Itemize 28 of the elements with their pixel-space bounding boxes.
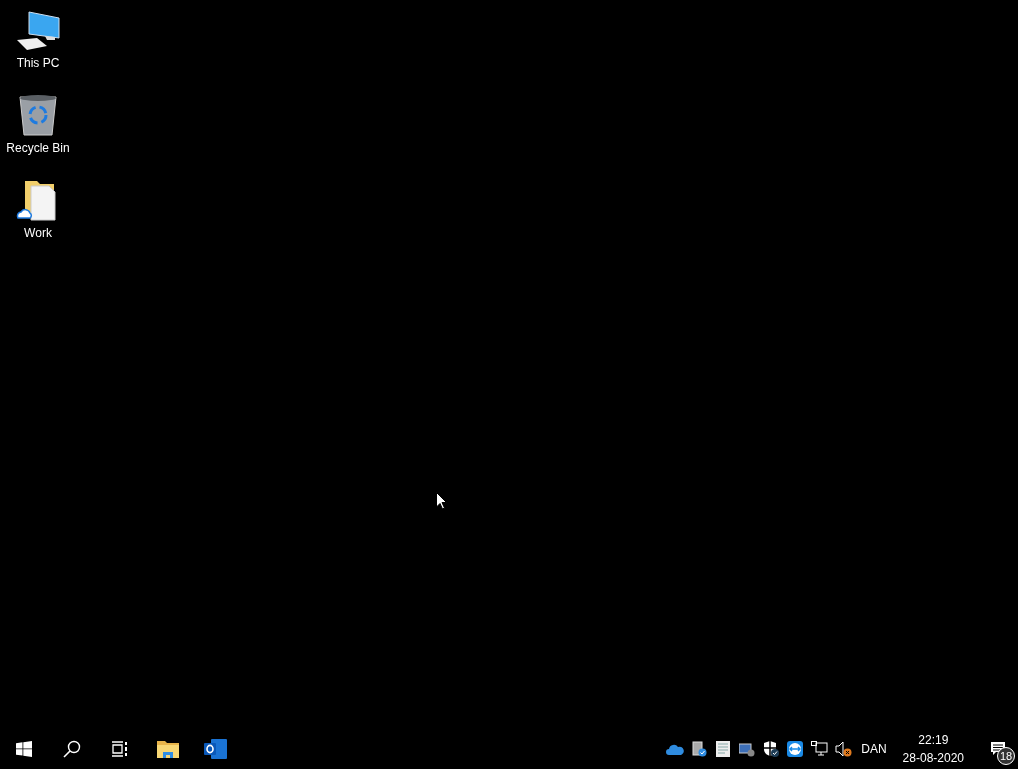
muted-speaker-icon[interactable] — [834, 741, 852, 757]
notification-count-badge: 18 — [997, 747, 1015, 765]
document-icon[interactable] — [716, 741, 731, 757]
shield-icon[interactable] — [763, 741, 780, 757]
desktop-icon[interactable]: Work — [0, 178, 76, 240]
desktop-icon-label: Work — [24, 226, 52, 240]
search-icon — [63, 740, 81, 758]
mail-app-icon — [204, 738, 228, 760]
network-icon[interactable] — [810, 741, 828, 757]
cloud-icon[interactable] — [666, 743, 685, 755]
computer-icon — [15, 10, 61, 52]
clock-time: 22:19 — [918, 732, 949, 749]
recycle-bin-icon — [18, 93, 58, 137]
windows-logo-icon — [16, 741, 32, 757]
desktop-icon[interactable]: This PC — [0, 10, 76, 70]
remote-arrows-icon[interactable] — [787, 741, 804, 757]
desktop-icon-label: This PC — [16, 56, 60, 70]
mouse-cursor-icon — [436, 492, 447, 510]
desktop-icon-label: Recycle Bin — [6, 141, 70, 155]
sync-status-icon[interactable] — [691, 741, 708, 757]
folder-icon — [157, 740, 179, 758]
task-view-icon — [111, 741, 129, 757]
notification-button[interactable]: 18 — [978, 729, 1018, 769]
clock[interactable]: 22:19 28-08-2020 — [892, 731, 974, 767]
desktop-icon[interactable]: Recycle Bin — [0, 93, 76, 155]
network-drive-icon[interactable] — [739, 741, 756, 757]
language-indicator[interactable]: DAN — [855, 740, 893, 758]
clock-date: 28-08-2020 — [902, 750, 964, 767]
